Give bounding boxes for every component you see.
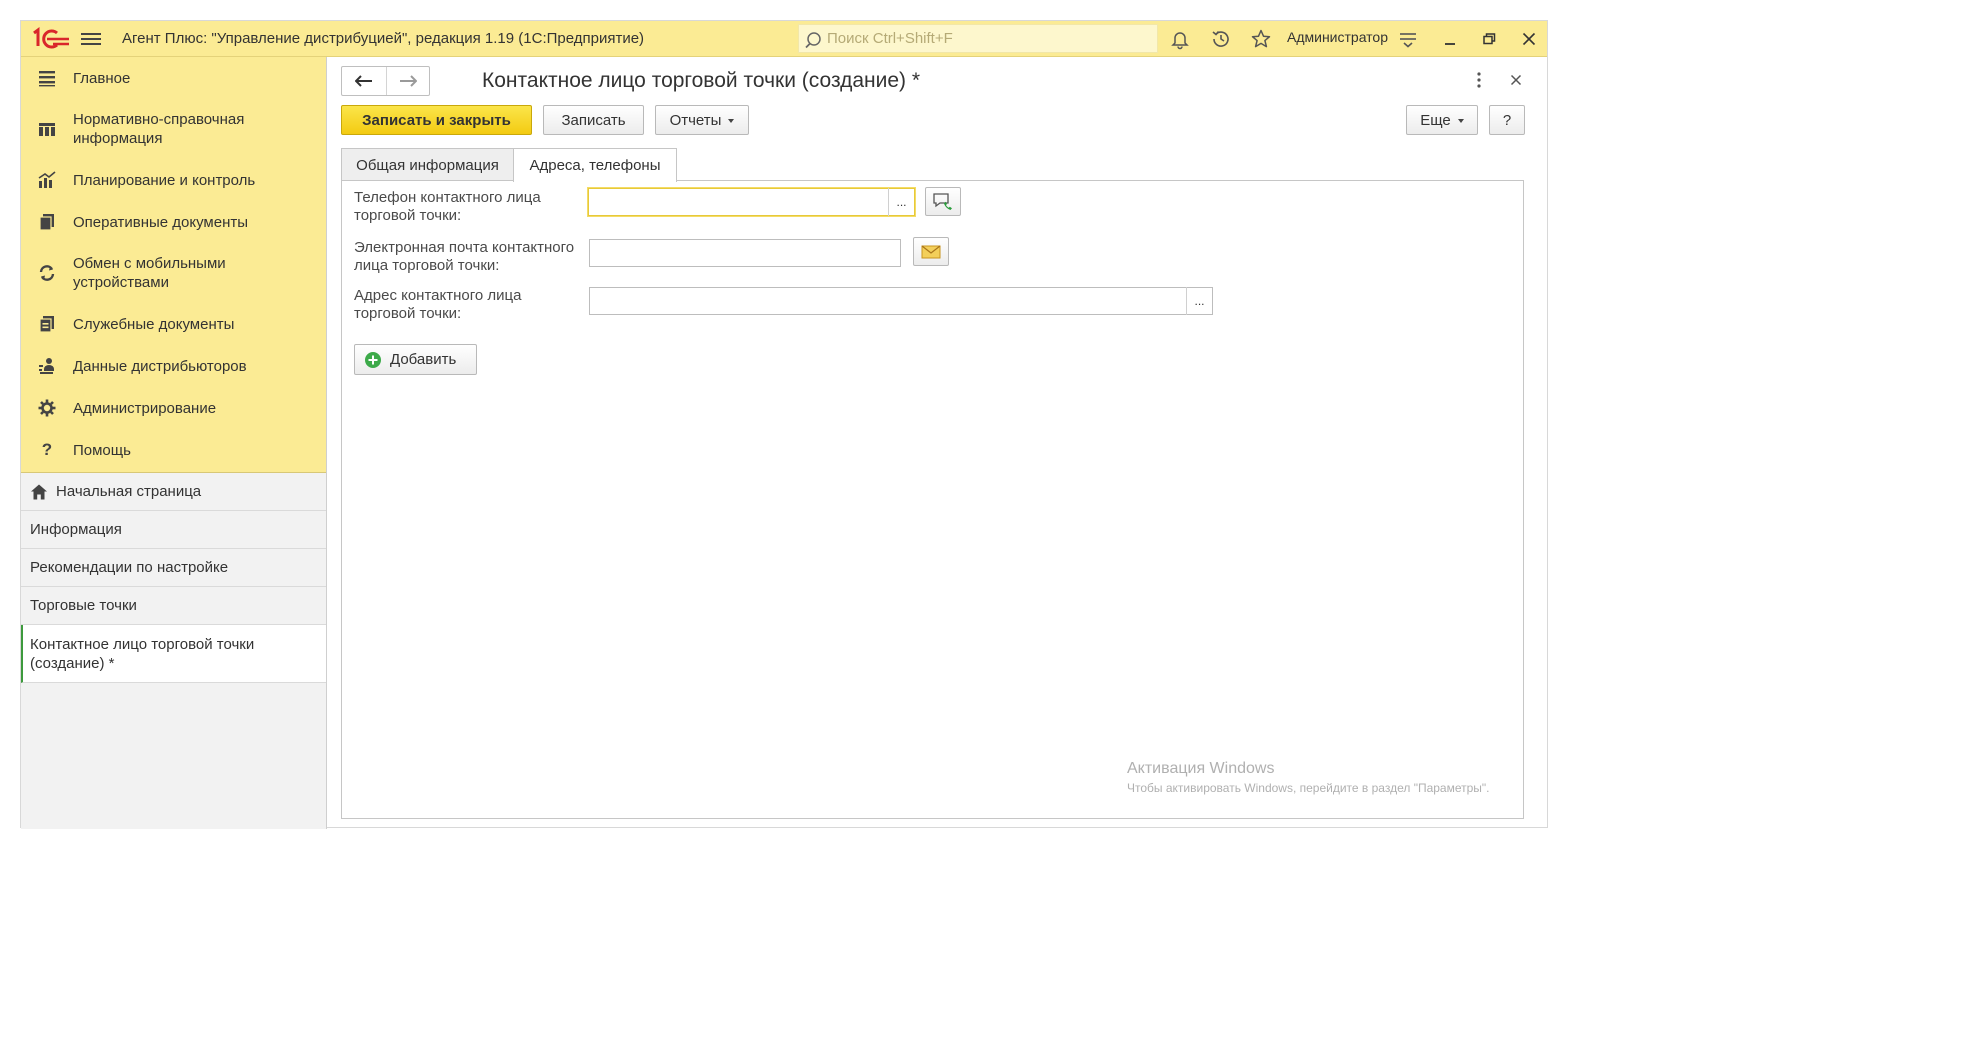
envelope-icon [921,245,941,258]
phone-chat-icon [933,192,952,210]
section-operational-docs[interactable]: Оперативные документы [21,201,326,243]
add-button[interactable]: Добавить [354,344,477,375]
section-label: Нормативно-справочная информация [73,111,245,147]
help-icon: ? [41,440,53,459]
sections-panel: Главное Нормативно-справочная информация… [21,57,326,473]
tab-label: Адреса, телефоны [529,157,661,174]
history-icon[interactable] [1210,28,1232,50]
form-title: Контактное лицо торговой точки (создание… [482,69,921,92]
windows-activation-watermark: Активация Windows Чтобы активировать Win… [1127,760,1490,795]
section-distributors[interactable]: Данные дистрибьюторов [21,345,326,387]
address-input[interactable] [589,287,1213,315]
history-nav [341,66,430,96]
section-mobile-exchange[interactable]: Обмен с мобильными устройствами [21,243,326,303]
main-menu-icon[interactable] [81,30,101,48]
list-icon [37,68,57,88]
bell-icon[interactable] [1169,28,1191,50]
phone-label: Телефон контактного лица торговой точки: [354,189,541,224]
phone-choose-button[interactable]: ... [888,188,914,216]
section-catalogs[interactable]: Нормативно-справочная информация [21,99,326,159]
section-service-docs[interactable]: Служебные документы [21,303,326,345]
section-administration[interactable]: Администрирование [21,387,326,429]
tab-label: Общая информация [356,156,499,174]
add-button-label: Добавить [390,351,457,368]
section-label: Данные дистрибьюторов [73,357,247,375]
more-actions-icon[interactable] [1473,69,1485,91]
open-window-info[interactable]: Информация [21,511,326,549]
tab-panel [341,180,1524,819]
section-label: Администрирование [73,399,217,417]
service-docs-icon [37,314,57,334]
documents-icon [37,212,57,232]
search-icon [805,32,821,49]
back-button[interactable] [342,67,386,95]
phone-input[interactable] [588,188,915,216]
section-label: Помощь [73,441,131,459]
tab-addresses-phones[interactable]: Адреса, телефоны [513,148,677,182]
catalog-icon [37,119,57,139]
section-main[interactable]: Главное [21,57,326,99]
section-label: Планирование и контроль [73,171,256,189]
open-window-label: Рекомендации по настройке [30,559,229,576]
open-window-recommendations[interactable]: Рекомендации по настройке [21,549,326,587]
distributors-icon [37,356,57,376]
save-button[interactable]: Записать [543,105,644,135]
save-and-close-button[interactable]: Записать и закрыть [341,105,532,135]
open-window-contact-create[interactable]: Контактное лицо торговой точки (создание… [21,625,326,683]
title-bar: Агент Плюс: "Управление дистрибуцией", р… [21,21,1547,57]
home-icon [31,484,47,499]
user-name[interactable]: Администратор [1287,29,1388,45]
open-window-label: Информация [30,521,122,538]
open-window-label: Торговые точки [30,597,137,614]
open-window-home[interactable]: Начальная страница [21,473,326,511]
chevron-down-icon [728,119,735,123]
minimize-icon[interactable] [1439,28,1461,50]
close-form-icon[interactable] [1508,72,1524,88]
email-input[interactable] [589,239,901,267]
watermark-title: Активация Windows [1127,760,1275,777]
forward-button[interactable] [385,67,430,95]
chart-icon [37,170,57,190]
send-email-button[interactable] [913,237,949,266]
more-label: Еще [1420,111,1451,129]
section-label: Главное [73,69,131,87]
app-window: Агент Плюс: "Управление дистрибуцией", р… [20,20,1548,829]
section-label: Оперативные документы [73,213,249,231]
call-button[interactable] [925,187,961,216]
address-choose-button[interactable]: ... [1186,287,1212,315]
section-planning[interactable]: Планирование и контроль [21,159,326,201]
section-label: Обмен с мобильными устройствами [73,255,226,291]
more-button[interactable]: Еще [1406,105,1478,135]
reports-button[interactable]: Отчеты [655,105,749,135]
watermark-subtitle: Чтобы активировать Windows, перейдите в … [1127,781,1490,795]
settings-menu-icon[interactable] [1397,28,1419,50]
email-label: Электронная почта контактного лица торго… [354,239,575,274]
search-input[interactable] [825,28,1145,49]
section-label: Служебные документы [73,315,235,333]
section-help[interactable]: ? Помощь [21,429,326,471]
plus-icon [365,351,381,368]
open-window-outlets[interactable]: Торговые точки [21,587,326,625]
sync-icon [37,263,57,283]
arrow-left-icon [354,75,372,87]
reports-label: Отчеты [669,111,722,129]
app-title: Агент Плюс: "Управление дистрибуцией", р… [122,30,645,47]
help-button[interactable]: ? [1489,105,1525,135]
global-search[interactable] [798,24,1158,53]
tab-general-info[interactable]: Общая информация [341,148,514,181]
chevron-down-icon [1457,119,1464,123]
arrow-right-icon [399,75,417,87]
gear-icon [37,398,57,418]
open-window-label: Контактное лицо торговой точки (создание… [30,635,255,672]
sidebar: Главное Нормативно-справочная информация… [21,57,327,829]
restore-icon[interactable] [1478,28,1500,50]
close-window-icon[interactable] [1518,28,1540,50]
star-icon[interactable] [1250,28,1272,50]
open-window-label: Начальная страница [56,483,202,500]
address-label: Адрес контактного лица торговой точки: [354,287,522,322]
1c-logo-icon [31,27,71,51]
